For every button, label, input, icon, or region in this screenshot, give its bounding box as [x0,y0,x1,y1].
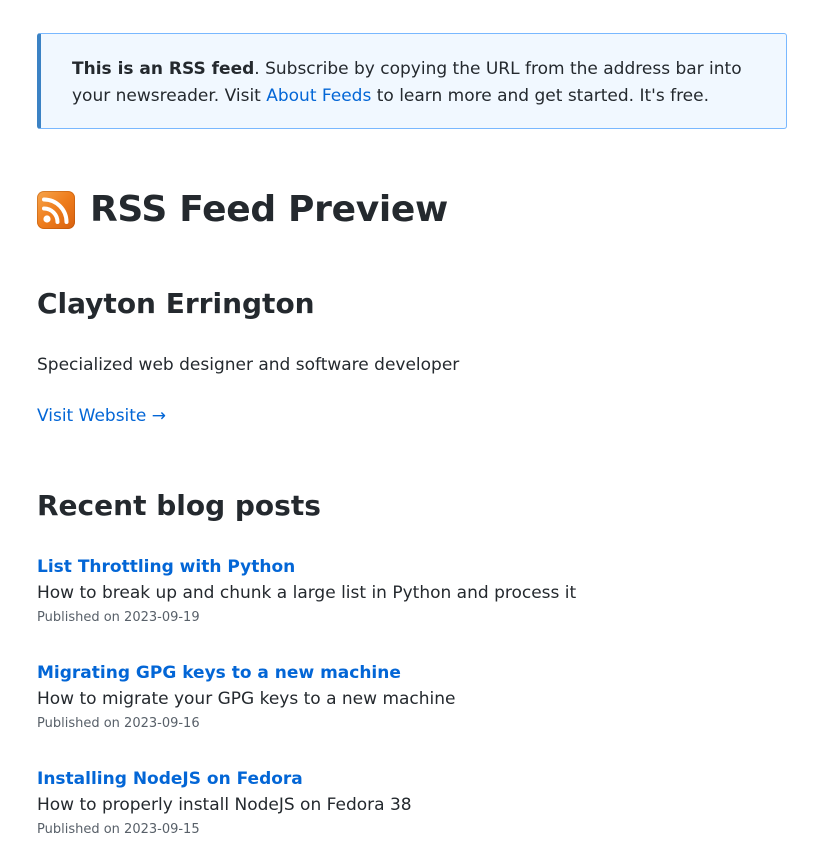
post-title-link[interactable]: Migrating GPG keys to a new machine [37,660,777,686]
post-date-prefix: Published on [37,822,125,837]
rss-info-notice: This is an RSS feed. Subscribe by copyin… [37,33,787,129]
feed-author-name: Clayton Errington [37,287,315,320]
post-list: List Throttling with Python How to break… [37,554,777,851]
post-item: List Throttling with Python How to break… [37,554,777,660]
notice-strong-text: This is an RSS feed [72,59,255,79]
post-date: Published on 2023-09-16 [37,713,777,735]
page-header: RSS Feed Preview [37,188,448,232]
notice-text-after-link: to learn more and get started. It's free… [371,86,710,106]
visit-website-link[interactable]: Visit Website → [37,403,166,429]
post-date: Published on 2023-09-19 [37,607,777,629]
post-date-prefix: Published on [37,716,125,731]
about-feeds-link[interactable]: About Feeds [266,86,371,106]
post-description: How to properly install NodeJS on Fedora… [37,795,412,815]
post-title-link[interactable]: Installing NodeJS on Fedora [37,766,777,792]
rss-preview-page: This is an RSS feed. Subscribe by copyin… [0,0,820,851]
post-description: How to break up and chunk a large list i… [37,583,577,603]
post-description: How to migrate your GPG keys to a new ma… [37,689,456,709]
post-title-link[interactable]: List Throttling with Python [37,554,777,580]
post-date-value: 2023-09-15 [124,822,200,837]
post-date-value: 2023-09-19 [124,610,200,625]
rss-icon [37,191,75,229]
post-item: Installing NodeJS on Fedora How to prope… [37,766,777,851]
page-title: RSS Feed Preview [90,189,448,230]
post-date-prefix: Published on [37,610,125,625]
post-item: Migrating GPG keys to a new machine How … [37,660,777,766]
post-date-value: 2023-09-16 [124,716,200,731]
recent-posts-heading: Recent blog posts [37,489,321,522]
feed-description: Specialized web designer and software de… [37,355,460,375]
post-date: Published on 2023-09-15 [37,819,777,841]
